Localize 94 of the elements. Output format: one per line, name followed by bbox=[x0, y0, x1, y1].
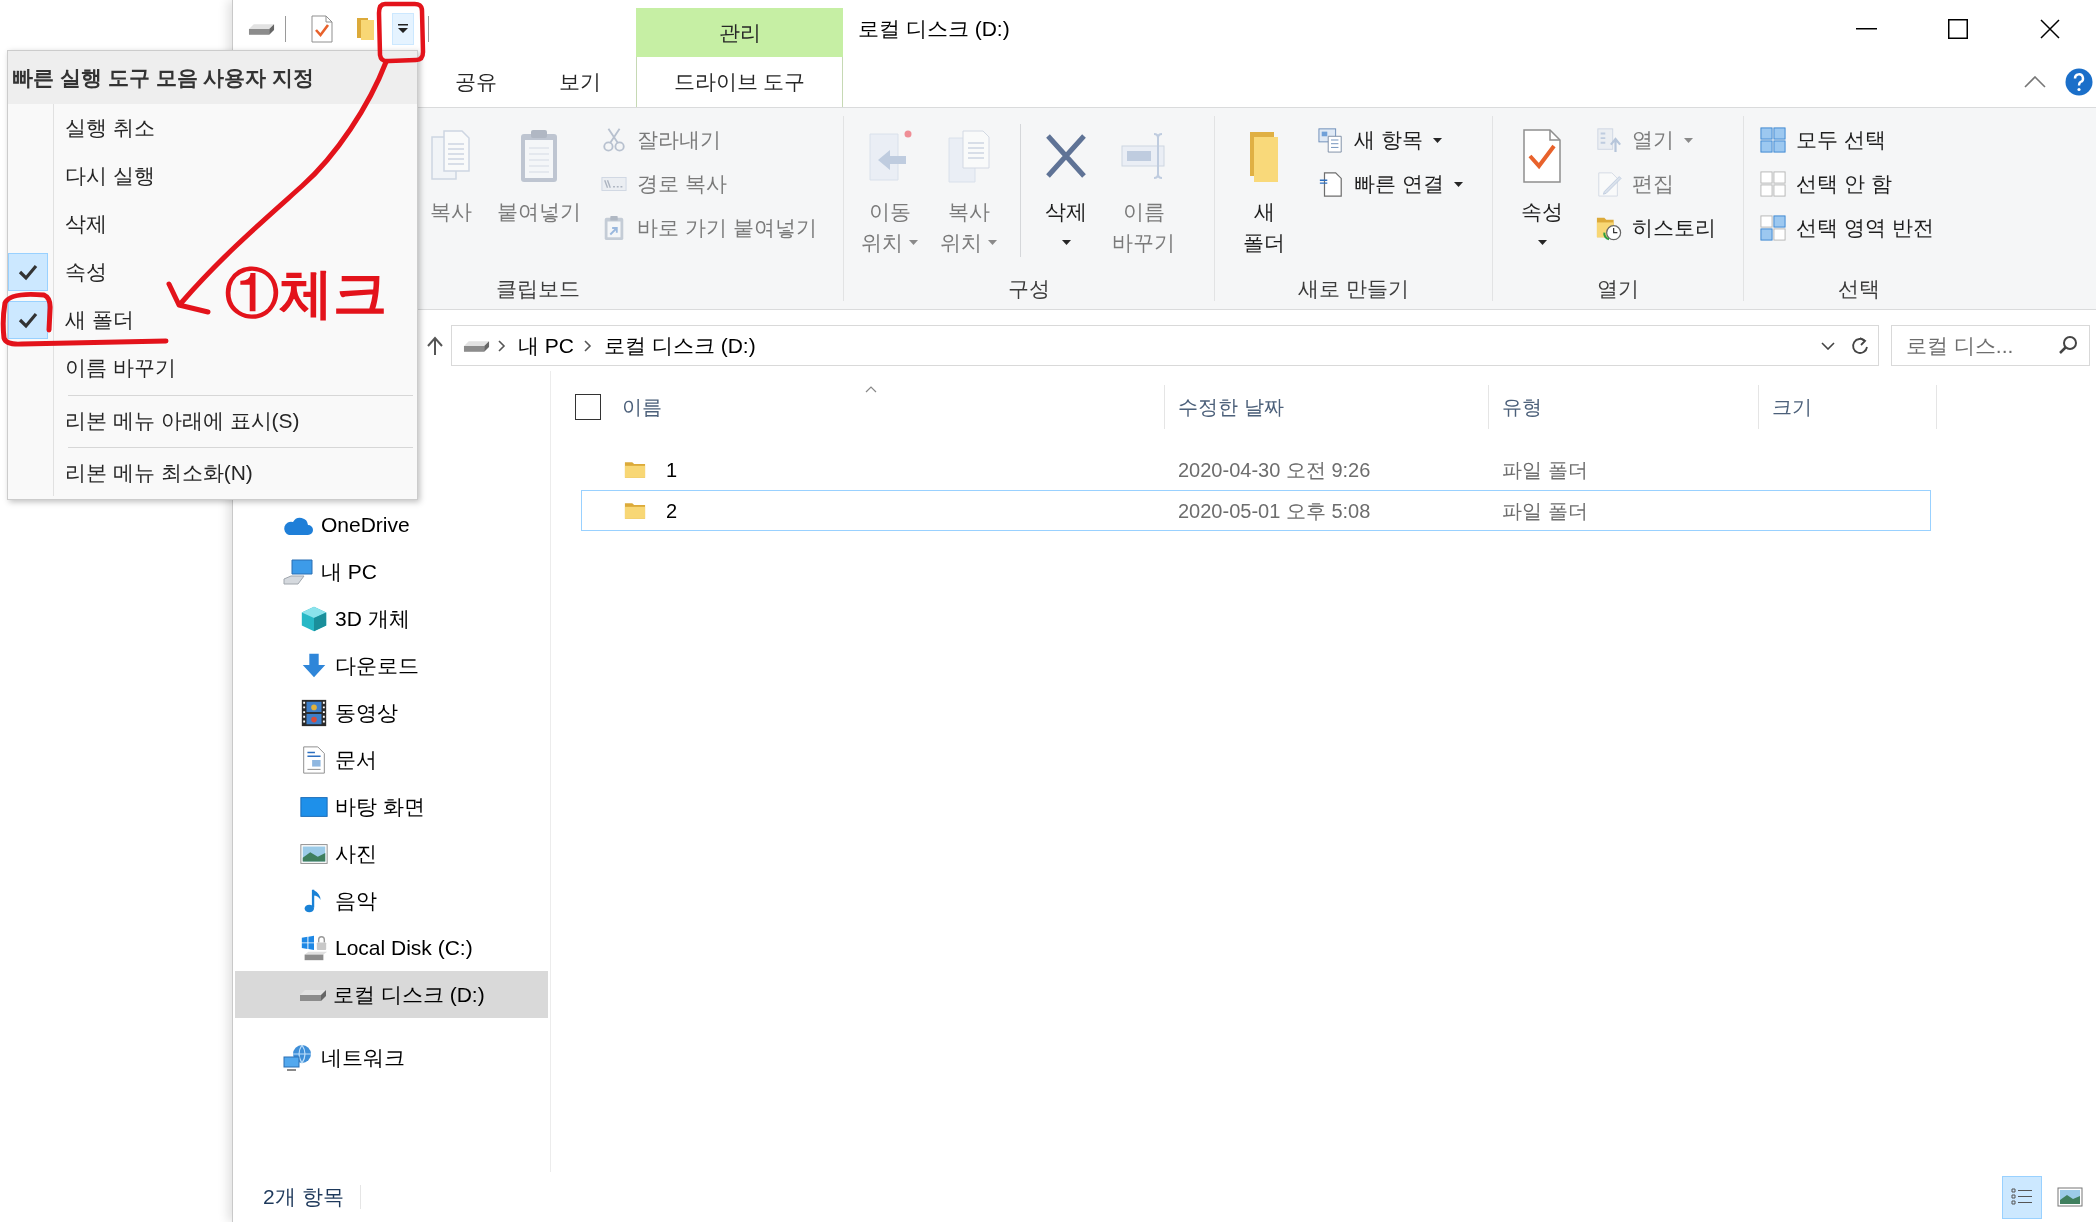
group-label: 선택 bbox=[1837, 276, 1880, 303]
check-icon bbox=[8, 253, 48, 291]
computer-icon bbox=[282, 557, 314, 586]
document-icon bbox=[1318, 171, 1344, 197]
ribbon-button[interactable]: 히스토리 bbox=[1593, 208, 1719, 248]
chevron-right-icon bbox=[498, 339, 506, 352]
column-header[interactable]: 크기 bbox=[1759, 385, 1937, 429]
film-icon bbox=[299, 697, 329, 728]
ribbon-button[interactable]: 선택 영역 반전 bbox=[1757, 208, 1937, 248]
contextual-tab-header: 관리 bbox=[636, 8, 843, 57]
ribbon-button[interactable]: 속성 bbox=[1511, 108, 1573, 258]
ribbon-button[interactable]: 삭제 bbox=[1035, 108, 1097, 258]
thumbnail-view-icon bbox=[2057, 1186, 2083, 1208]
ribbon-button[interactable]: 새 폴더 bbox=[1233, 108, 1295, 258]
breadcrumb[interactable]: 로컬 디스크 (D:) bbox=[604, 329, 756, 362]
nav-item[interactable]: 네트워크 bbox=[235, 1034, 548, 1081]
up-arrow-icon bbox=[426, 335, 444, 356]
refresh-icon bbox=[1851, 335, 1869, 356]
list-arrow-icon bbox=[1596, 127, 1622, 153]
nav-item[interactable]: 바탕 화면 bbox=[235, 783, 548, 830]
column-header[interactable]: 수정한 날짜 bbox=[1165, 385, 1489, 429]
nav-item[interactable]: 음악 bbox=[235, 877, 548, 924]
view-button[interactable] bbox=[2002, 1175, 2042, 1219]
grid-filled-icon bbox=[1760, 127, 1786, 153]
list-view-icon bbox=[2010, 1186, 2034, 1208]
modified-date: 2020-04-30 오전 9:26 bbox=[1178, 458, 1371, 481]
ribbon-button[interactable]: 빠른 연결 bbox=[1315, 164, 1466, 204]
annotation-text: ①체크 bbox=[225, 266, 387, 320]
window-title: 로컬 디스크 (D:) bbox=[858, 16, 1010, 40]
address-bar[interactable]: 내 PC 로컬 디스크 (D:) bbox=[451, 325, 1879, 366]
grid-outline-icon bbox=[1760, 171, 1786, 197]
network-icon bbox=[282, 1042, 314, 1073]
close-icon bbox=[2040, 18, 2060, 39]
drive-icon[interactable] bbox=[248, 21, 275, 36]
group-label: 클립보드 bbox=[496, 276, 580, 303]
grid-mixed-icon bbox=[1760, 215, 1786, 241]
file-row[interactable]: 2 2020-05-01 오후 5:08 파일 폴더 bbox=[581, 490, 1931, 531]
chevron-up-icon[interactable] bbox=[2024, 76, 2046, 88]
caret-icon bbox=[398, 24, 408, 33]
menu-item[interactable]: 삭제 bbox=[8, 200, 417, 248]
file-row[interactable]: 1 2020-04-30 오전 9:26 파일 폴더 bbox=[581, 449, 1931, 490]
file-type: 파일 폴더 bbox=[1502, 458, 1588, 481]
menu-item[interactable]: 다시 실행 bbox=[8, 152, 417, 200]
modified-date: 2020-05-01 오후 5:08 bbox=[1178, 499, 1371, 522]
maximize-icon bbox=[1948, 18, 1968, 39]
check-icon bbox=[8, 301, 48, 339]
ribbon-button[interactable]: 모두 선택 bbox=[1757, 120, 1937, 160]
nav-item[interactable]: Local Disk (C:) bbox=[235, 924, 548, 971]
group-label: 새로 만들기 bbox=[1298, 276, 1409, 303]
menu-item[interactable]: 이름 바꾸기 bbox=[8, 344, 417, 392]
ribbon-tab[interactable]: 보기 bbox=[528, 57, 632, 107]
menu-item[interactable]: 리본 메뉴 최소화(N) bbox=[54, 450, 417, 496]
nav-item[interactable]: 사진 bbox=[235, 830, 548, 877]
folder-icon bbox=[624, 501, 646, 520]
group-label: 열기 bbox=[1597, 276, 1639, 303]
pencil-document-icon bbox=[1596, 171, 1622, 197]
nav-item[interactable]: OneDrive bbox=[235, 501, 548, 548]
ribbon-button[interactable]: 새 항목 bbox=[1315, 120, 1466, 160]
document-check-icon[interactable] bbox=[311, 14, 333, 43]
search-icon bbox=[2058, 335, 2078, 355]
select-all-checkbox[interactable] bbox=[575, 394, 601, 420]
file-type: 파일 폴더 bbox=[1502, 499, 1588, 522]
folder-clock-icon bbox=[1596, 215, 1622, 241]
nav-item[interactable]: 동영상 bbox=[235, 689, 548, 736]
window-document-icon bbox=[1318, 127, 1344, 153]
ribbon-button[interactable]: 선택 안 함 bbox=[1757, 164, 1937, 204]
chevron-right-icon bbox=[584, 339, 592, 352]
nav-item[interactable]: 3D 개체 bbox=[235, 595, 548, 642]
help-icon[interactable] bbox=[2065, 68, 2093, 96]
search-field[interactable]: 로컬 디스... bbox=[1891, 325, 2090, 366]
nav-item[interactable]: 문서 bbox=[235, 736, 548, 783]
nav-item[interactable]: 로컬 디스크 (D:) bbox=[235, 971, 548, 1018]
folder-icon bbox=[624, 460, 646, 479]
menu-item[interactable]: 실행 취소 bbox=[8, 104, 417, 152]
minimize-icon bbox=[1855, 27, 1877, 30]
menu-item[interactable]: 리본 메뉴 아래에 표시(S) bbox=[54, 398, 417, 444]
breadcrumb[interactable]: 내 PC bbox=[518, 329, 574, 362]
file-name: 1 bbox=[666, 457, 678, 483]
ribbon-tab[interactable]: 드라이브 도구 bbox=[636, 57, 843, 107]
chevron-down-icon bbox=[1821, 341, 1835, 350]
drive-icon bbox=[463, 338, 490, 353]
scissors-icon bbox=[601, 127, 627, 153]
group-label: 구성 bbox=[1008, 276, 1050, 303]
ribbon-tab[interactable]: 공유 bbox=[424, 57, 528, 107]
item-count: 2개 항목 bbox=[263, 1184, 344, 1211]
customize-menu-button[interactable] bbox=[392, 12, 414, 45]
menu-title: 빠른 실행 도구 모음 사용자 지정 bbox=[8, 51, 417, 104]
nav-item[interactable]: 내 PC bbox=[235, 548, 548, 595]
column-header[interactable]: 이름 bbox=[565, 385, 1165, 429]
nav-item[interactable]: 다운로드 bbox=[235, 642, 548, 689]
column-header[interactable]: 유형 bbox=[1489, 385, 1759, 429]
file-name: 2 bbox=[666, 498, 678, 524]
annotation-box bbox=[375, 1, 427, 65]
drive-icon bbox=[299, 987, 327, 1002]
